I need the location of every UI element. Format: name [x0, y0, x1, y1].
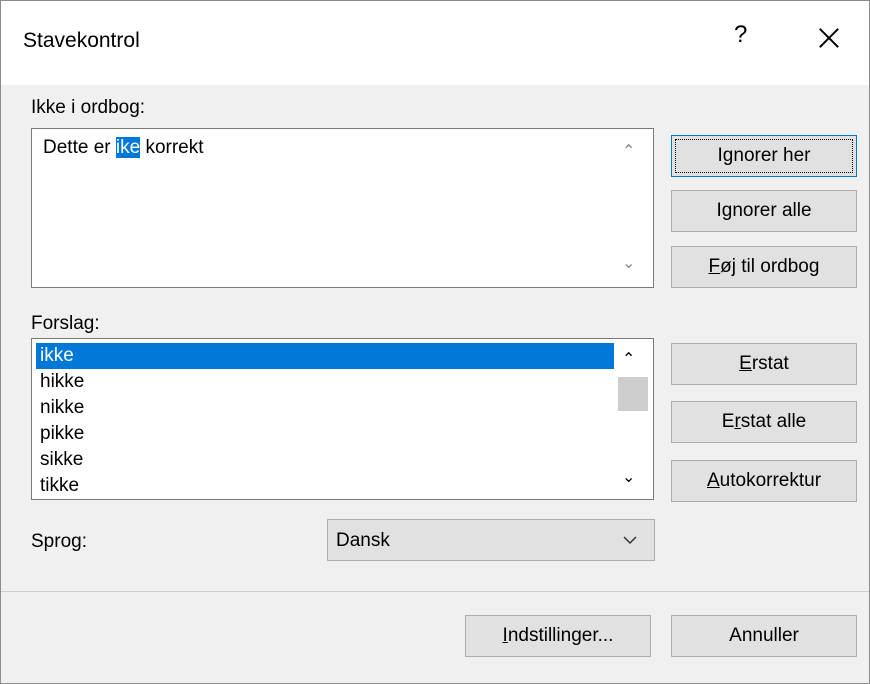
not-in-dictionary-textbox[interactable]: Dette er ike korrekt ⌃ ⌄	[31, 128, 654, 288]
change-all-button[interactable]: Er stat alle	[671, 401, 857, 443]
ignore-once-button[interactable]: Ig norer her	[671, 135, 857, 177]
misspelled-word: ike	[115, 137, 141, 158]
language-select[interactable]: Dansk	[327, 519, 655, 561]
suggestion-item[interactable]: hikke	[36, 369, 614, 395]
not-in-dictionary-label: Ikke i ordbog:	[31, 97, 146, 118]
suggestion-item[interactable]: ikke	[36, 343, 614, 369]
close-icon[interactable]	[809, 19, 849, 59]
scroll-down-icon[interactable]: ⌄	[622, 467, 635, 487]
sentence-text-after: korrekt	[140, 137, 204, 158]
scroll-down-icon[interactable]: ⌄	[622, 253, 635, 273]
help-button[interactable]: ?	[734, 21, 747, 49]
cancel-button[interactable]: Annuller	[671, 615, 857, 657]
scroll-up-icon[interactable]: ⌃	[622, 349, 635, 369]
change-button[interactable]: Erstat	[671, 343, 857, 385]
spelling-dialog: Stavekontrol ? Ikke i ordbog: Dette er i…	[0, 0, 870, 684]
autocorrect-button[interactable]: Autokorrektur	[671, 460, 857, 502]
add-to-dictionary-button[interactable]: Føj til ordbog	[671, 246, 857, 288]
suggestions-list[interactable]: ikke hikke nikke pikke sikke tikke ⌃ ⌄	[31, 338, 654, 500]
suggestion-item[interactable]: nikke	[36, 395, 614, 421]
title-bar: Stavekontrol ?	[1, 1, 869, 85]
ignore-all-button[interactable]: Ig norer alle	[671, 190, 857, 232]
language-value: Dansk	[336, 530, 390, 551]
suggestion-item[interactable]: pikke	[36, 421, 614, 447]
sentence-text-before: Dette er	[43, 137, 116, 158]
suggestion-item[interactable]: sikke	[36, 447, 614, 473]
dialog-title: Stavekontrol	[23, 29, 140, 52]
chevron-down-icon	[623, 536, 637, 545]
options-button[interactable]: Indstillinger...	[465, 615, 651, 657]
footer-divider	[1, 591, 869, 592]
scroll-up-icon[interactable]: ⌃	[622, 141, 635, 161]
scrollbar-thumb[interactable]	[618, 377, 648, 411]
language-label: Sprog:	[31, 531, 87, 552]
suggestions-label: Forslag:	[31, 313, 100, 334]
suggestion-item[interactable]: tikke	[36, 473, 614, 499]
